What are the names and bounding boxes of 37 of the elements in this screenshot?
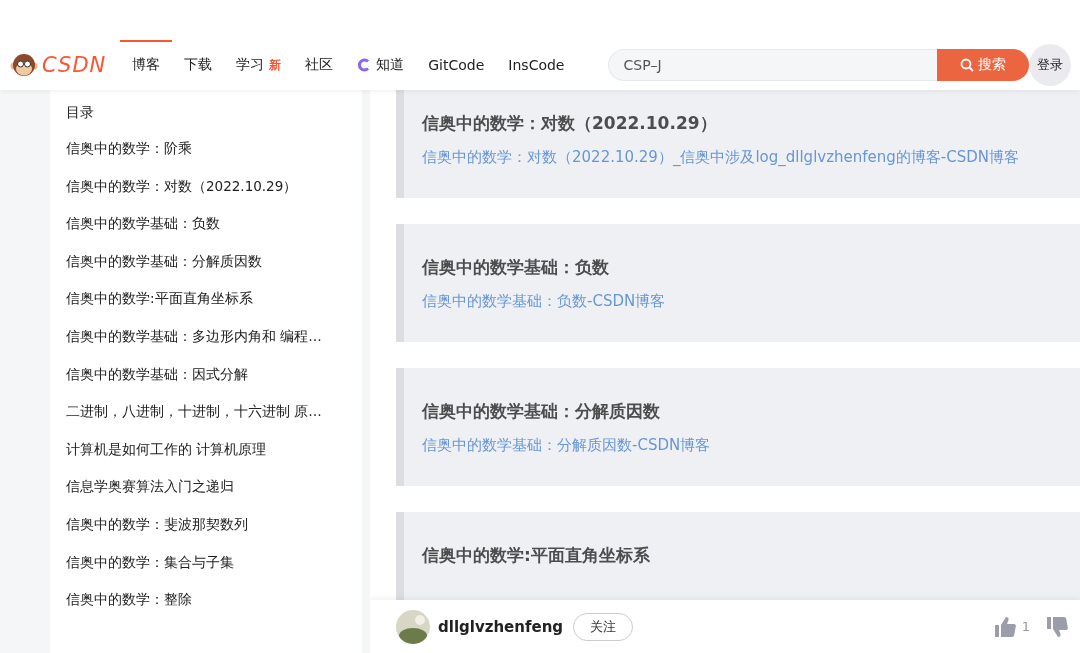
like-icon[interactable] [993, 616, 1016, 637]
avatar-icon[interactable] [396, 609, 430, 644]
c-logo-icon [357, 58, 372, 72]
nav-tab[interactable]: 博客 [120, 40, 173, 90]
login-button[interactable]: 登录 [1029, 44, 1072, 86]
toc-link[interactable]: 信奥中的数学：斐波那契数列 [66, 515, 346, 554]
toc-title: 目录 [66, 104, 95, 122]
card-title: 信奥中的数学基础：分解质因数 [422, 400, 661, 423]
toc-link[interactable]: 信息学奥赛算法入门之递归 [66, 478, 346, 516]
dislike-icon[interactable] [1046, 616, 1068, 637]
toc-link[interactable]: 信奥中的数学：对数（2022.10.29） [66, 177, 346, 216]
card-title: 信奥中的数学：对数（2022.10.29） [422, 112, 718, 135]
search-icon [960, 58, 975, 72]
monkey-logo-icon[interactable] [10, 52, 38, 78]
toc-link[interactable]: 信奥中的数学：集合与子集 [66, 553, 346, 592]
toc-link[interactable]: 二进制，八进制，十进制，十六进制 原… [66, 403, 346, 441]
nav-tab[interactable]: GitCode [416, 40, 497, 90]
nav-tab[interactable]: 学习 新 [224, 40, 294, 90]
card-title: 信奥中的数学:平面直角坐标系 [422, 544, 651, 567]
toc-link[interactable]: 计算机是如何工作的 计算机原理 [66, 440, 346, 479]
toc-link[interactable]: 信奥中的数学：整除 [66, 591, 346, 629]
toc-link[interactable]: 信奥中的数学基础：多边形内角和 编程… [66, 327, 346, 366]
like-count: 1 [1021, 619, 1030, 634]
nav-tab[interactable]: 下载 [172, 40, 225, 90]
toc-link[interactable]: 信奥中的数学:平面直角坐标系 [66, 290, 346, 328]
toc-link[interactable]: 信奥中的数学基础：负数 [66, 215, 346, 253]
new-label: 新 [269, 56, 282, 74]
toc-link[interactable]: 信奥中的数学基础：分解质因数 [66, 252, 346, 291]
nav-tab[interactable]: InsCode [496, 40, 577, 90]
nav-tab[interactable]: 社区 [293, 40, 346, 90]
author-name[interactable]: dllglvzhenfeng [438, 617, 564, 636]
nav-tab[interactable]: 知道 [345, 40, 417, 90]
follow-button[interactable]: 关注 [573, 612, 634, 641]
card-title: 信奥中的数学基础：负数 [422, 256, 610, 279]
toc-link[interactable]: 信奥中的数学：阶乘 [66, 140, 346, 178]
toc-link[interactable]: 信奥中的数学基础：因式分解 [66, 365, 346, 404]
search-field[interactable]: CSP–J [608, 49, 938, 81]
